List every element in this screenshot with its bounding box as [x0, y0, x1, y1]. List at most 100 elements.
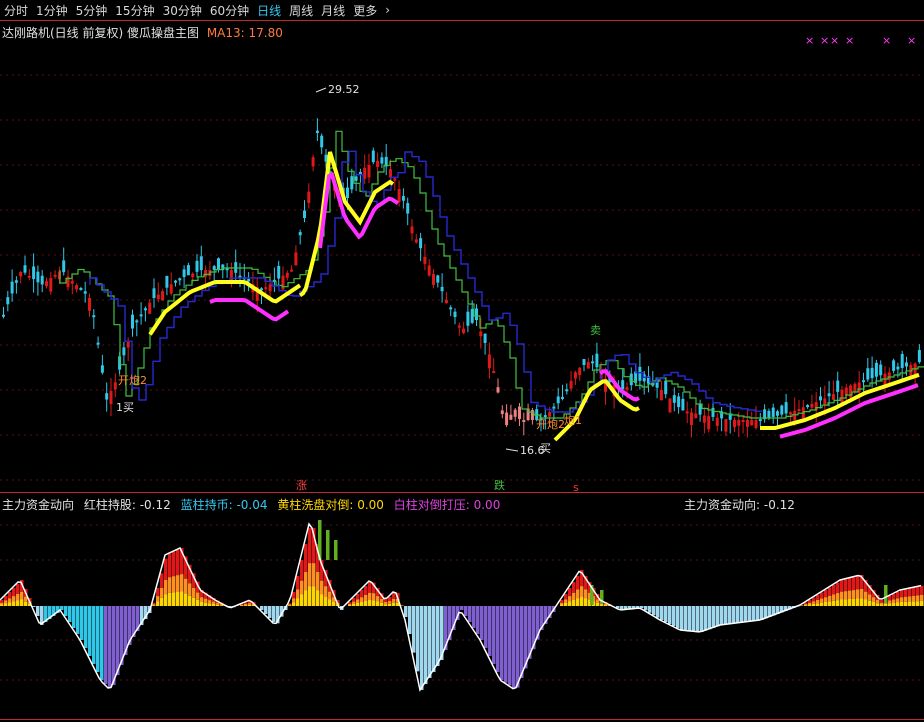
red-bar [912, 587, 916, 596]
ma-yellow-segment-2 [298, 151, 395, 297]
orange-bar [184, 578, 188, 594]
blue-bar [60, 606, 64, 610]
red-bar [812, 597, 816, 602]
candle-body [139, 314, 143, 317]
candle-body [784, 402, 788, 414]
yellow-bar [864, 599, 868, 606]
yellow-bar [600, 604, 604, 606]
orange-bar [152, 604, 156, 606]
candle-body [174, 280, 177, 283]
yellow-bar [304, 590, 308, 606]
candle-body [186, 265, 190, 276]
red-bar [16, 584, 20, 594]
candle-body [14, 280, 18, 283]
orange-bar [580, 586, 584, 597]
orange-bar [176, 575, 180, 592]
yellow-bar [564, 603, 568, 606]
candle-body [105, 393, 109, 400]
orange-bar [180, 574, 184, 592]
high-price-pointer [315, 87, 327, 93]
blue-bar [412, 606, 416, 653]
candle-body [113, 382, 117, 390]
red-bar [572, 582, 576, 593]
blue-step-line [89, 150, 762, 413]
main-price-chart[interactable]: 29.5216.61买开炮2开炮2 炮1买卖涨跌 s× × × × × × [0, 0, 924, 722]
yellow-bar [368, 600, 372, 606]
orange-bar [0, 602, 4, 605]
orange-bar [876, 599, 880, 604]
yellow-bar [844, 599, 848, 606]
blue-bar [260, 606, 264, 610]
yellow-bar [176, 591, 180, 606]
orange-bar [848, 590, 852, 599]
yellow-bar [560, 604, 564, 606]
candle-body [371, 150, 375, 163]
candle-body [264, 287, 268, 290]
indicator-right-label: 主力资金动向: -0.12 [684, 498, 795, 512]
orange-bar [204, 598, 208, 603]
orange-bar [4, 600, 8, 604]
yellow-bar [860, 598, 864, 606]
yellow-bar [824, 602, 828, 606]
orange-bar [352, 601, 356, 604]
blue-bar [660, 606, 664, 620]
candle-body [668, 398, 672, 413]
candle-body [561, 396, 564, 399]
red-bar [820, 592, 824, 599]
candle-body [745, 420, 749, 428]
red-bar [904, 589, 908, 597]
candle-body [161, 291, 165, 301]
candle-body [165, 275, 169, 288]
blue-bar [500, 606, 504, 680]
yellow-bar [916, 601, 920, 606]
yellow-bar [8, 602, 12, 606]
candle-body [436, 275, 440, 283]
blue-bar [520, 606, 524, 678]
blue-bar [744, 606, 748, 622]
candle-body [6, 297, 10, 305]
yellow-bar [372, 600, 376, 606]
orange-bar [572, 592, 576, 600]
x-marker: × [882, 34, 891, 47]
candle-body [432, 274, 435, 285]
blue-bar [112, 606, 116, 685]
red-bar [364, 586, 368, 595]
orange-bar [312, 563, 316, 587]
orange-bar [860, 588, 864, 599]
candle-body [70, 280, 74, 284]
candle-body [444, 299, 448, 303]
candle-body [483, 333, 487, 343]
yellow-bar [904, 601, 908, 606]
orange-bar [304, 571, 308, 591]
blue-bar [732, 606, 736, 624]
candle-body [707, 416, 711, 430]
candle-body [135, 320, 139, 323]
candle-body [247, 279, 251, 282]
blue-bar [524, 606, 528, 669]
ma-magenta-segment-4 [779, 383, 919, 439]
candle-body [874, 362, 878, 377]
yellow-bar [204, 602, 208, 606]
blue-bar [104, 606, 108, 684]
yellow-bar [208, 603, 212, 606]
blue-bar [80, 606, 84, 640]
candle-body [565, 389, 569, 392]
yellow-bar [912, 601, 916, 606]
candle-body [724, 419, 728, 432]
yellow-bar [332, 602, 336, 606]
yellow-bar [20, 599, 24, 606]
orange-bar [300, 580, 304, 595]
blue-bar [36, 606, 40, 616]
orange-bar [160, 588, 164, 598]
blue-bar [716, 606, 720, 627]
blue-bar [756, 606, 760, 621]
blue-bar [656, 606, 660, 618]
yellow-bar [156, 601, 160, 606]
orange-bar [356, 599, 360, 603]
candle-body [311, 157, 315, 167]
red-bar [916, 586, 920, 596]
ma-yellow-segment-4 [760, 372, 920, 430]
blue-bar [268, 606, 272, 618]
yellow-bar [348, 605, 352, 606]
candle-body [741, 420, 745, 422]
